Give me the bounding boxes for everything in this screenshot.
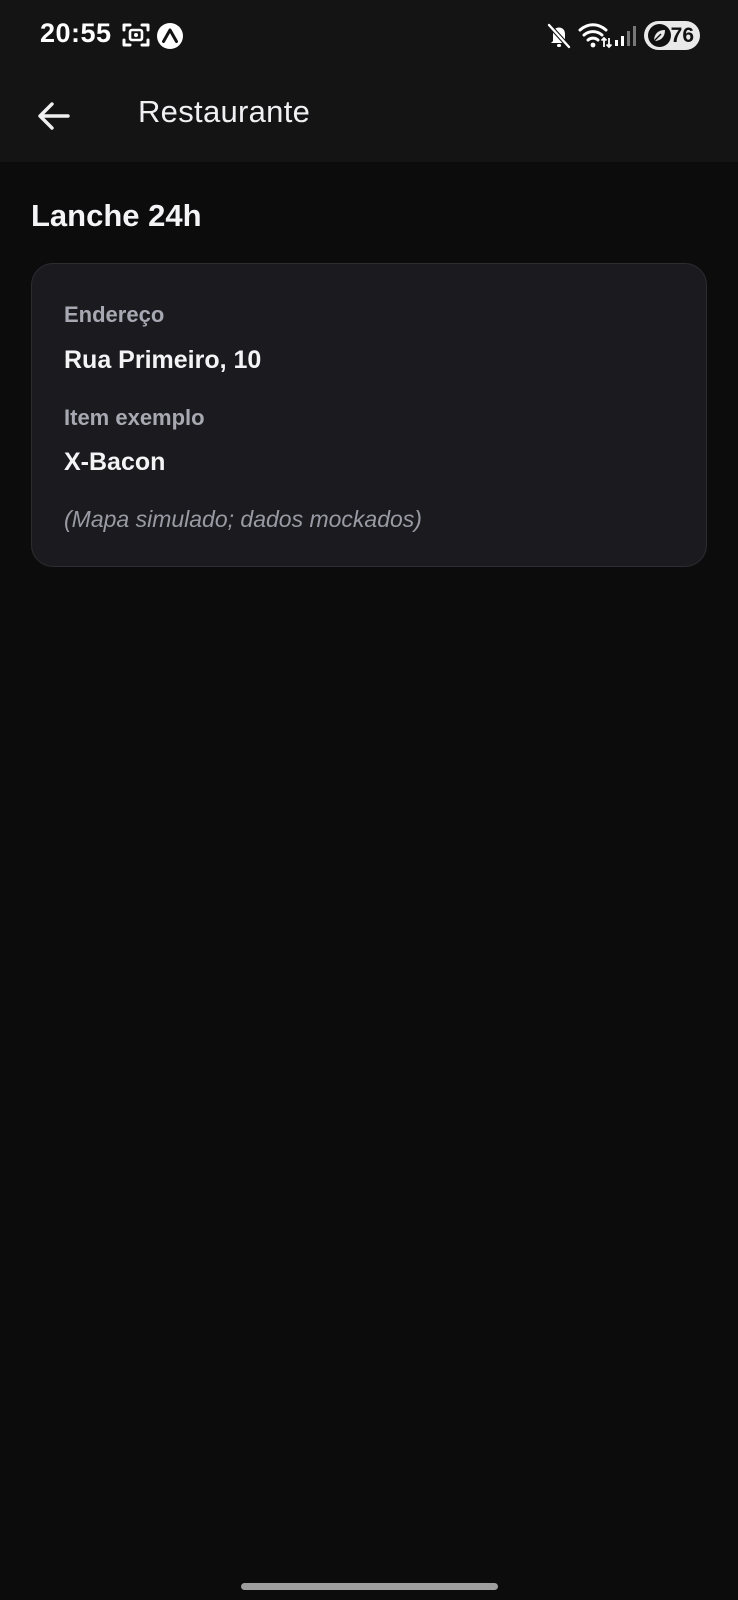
restaurant-screen: 20:55 76 Restaurante Lanche 24h Endereço… bbox=[0, 0, 738, 1600]
mute-icon bbox=[546, 22, 572, 50]
restaurant-name: Lanche 24h bbox=[31, 198, 202, 233]
signal-icon bbox=[614, 24, 638, 48]
restaurant-details-card: Endereço Rua Primeiro, 10 Item exemplo X… bbox=[31, 263, 707, 567]
mock-note: (Mapa simulado; dados mockados) bbox=[64, 506, 422, 532]
item-label: Item exemplo bbox=[64, 405, 205, 430]
leaf-icon bbox=[648, 24, 671, 47]
home-indicator[interactable] bbox=[241, 1583, 498, 1590]
expo-icon bbox=[156, 22, 184, 50]
status-time: 20:55 bbox=[40, 18, 112, 48]
page-title: Restaurante bbox=[138, 94, 311, 129]
address-label: Endereço bbox=[64, 302, 165, 327]
item-value: X-Bacon bbox=[64, 448, 166, 476]
battery-level: 76 bbox=[670, 23, 694, 47]
arrow-left-icon bbox=[38, 102, 70, 130]
screenshot-icon bbox=[122, 22, 150, 48]
app-bar: Restaurante bbox=[0, 72, 738, 162]
battery-icon: 76 bbox=[644, 21, 700, 50]
status-bar: 20:55 76 bbox=[0, 0, 738, 72]
back-button[interactable] bbox=[24, 86, 84, 146]
wifi-icon bbox=[578, 20, 612, 50]
address-value: Rua Primeiro, 10 bbox=[64, 346, 262, 374]
